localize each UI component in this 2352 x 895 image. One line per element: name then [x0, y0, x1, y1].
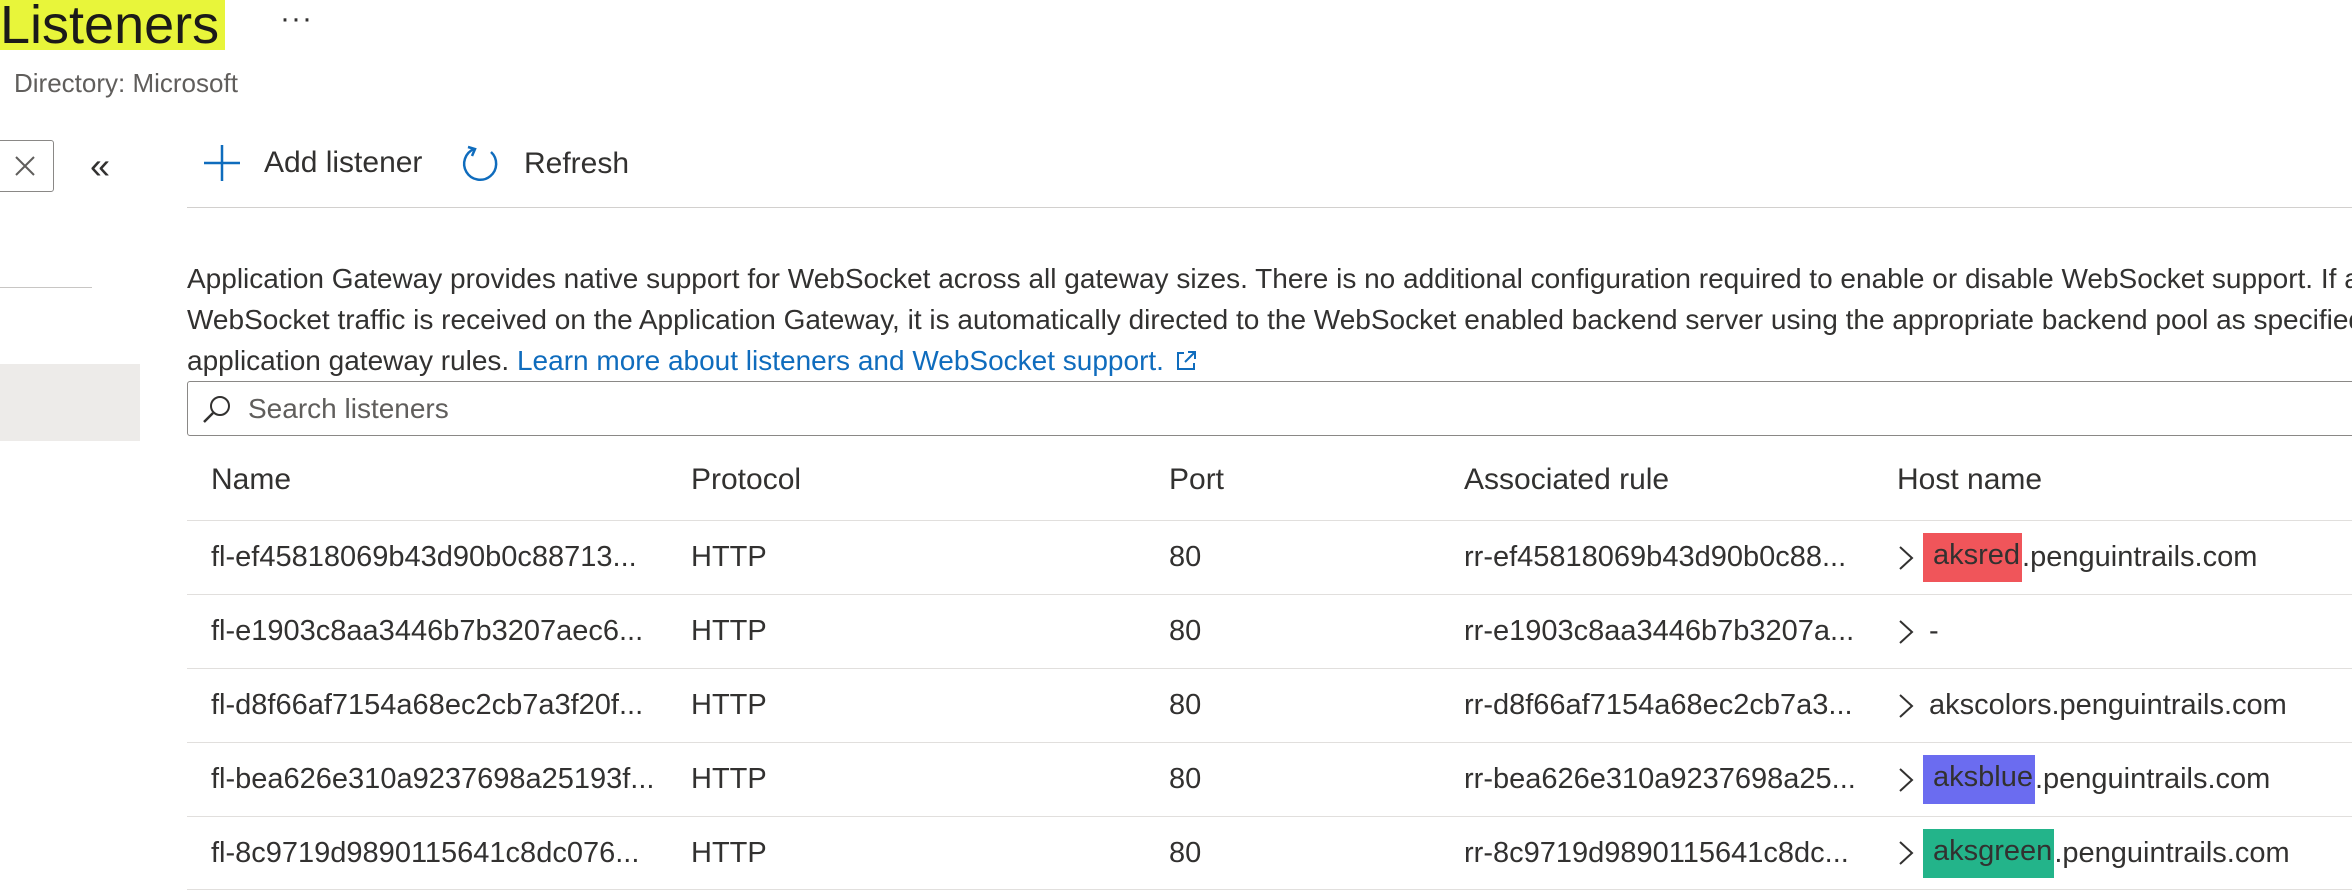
- chevron-right-icon[interactable]: [1897, 840, 1915, 866]
- column-header-host-name[interactable]: Host name: [1897, 440, 2042, 520]
- host-name-prefix: aksred: [1923, 533, 2023, 582]
- refresh-button[interactable]: Refresh: [460, 143, 629, 185]
- table-row[interactable]: fl-8c9719d9890115641c8dc076... HTTP 80 rr-8…: [187, 816, 2352, 890]
- info-text: Application Gateway provides native supp…: [187, 263, 2352, 376]
- add-listener-label: Add listener: [264, 146, 423, 179]
- listener-name-cell[interactable]: fl-e1903c8aa3446b7b3207aec6...: [211, 595, 643, 668]
- external-link-icon: [1176, 351, 1196, 370]
- refresh-icon: [462, 145, 498, 181]
- chevron-right-icon[interactable]: [1897, 767, 1915, 793]
- host-name-cell: aksred .penguintrails.com: [1897, 521, 2257, 594]
- toolbar-divider: [187, 207, 2352, 208]
- table-row[interactable]: fl-d8f66af7154a68ec2cb7a3f20f... HTTP 80 rr…: [187, 668, 2352, 742]
- column-header-name[interactable]: Name: [211, 440, 291, 520]
- refresh-label: Refresh: [524, 147, 630, 180]
- table-row[interactable]: fl-ef45818069b43d90b0c88713... HTTP 80 rr-e…: [187, 520, 2352, 594]
- chevron-right-icon[interactable]: [1897, 545, 1915, 571]
- table-row[interactable]: fl-e1903c8aa3446b7b3207aec6... HTTP 80 rr-e…: [187, 594, 2352, 668]
- close-button[interactable]: [0, 140, 54, 192]
- sidebar-divider: [0, 287, 92, 288]
- listener-name-cell[interactable]: fl-d8f66af7154a68ec2cb7a3f20f...: [211, 669, 643, 742]
- port-cell: 80: [1169, 763, 1202, 795]
- column-header-port[interactable]: Port: [1169, 440, 1224, 520]
- host-name-suffix: .penguintrails.com: [2022, 541, 2258, 573]
- websocket-info-text: Application Gateway provides native supp…: [187, 258, 2352, 381]
- column-header-protocol[interactable]: Protocol: [691, 440, 801, 520]
- host-name-cell: aksgreen .penguintrails.com: [1897, 817, 2290, 889]
- search-icon: [203, 395, 230, 423]
- protocol-cell: HTTP: [691, 763, 767, 795]
- host-name-cell: aksblue .penguintrails.com: [1897, 743, 2270, 816]
- port-cell: 80: [1169, 541, 1202, 573]
- page-title: Listeners: [0, 0, 226, 52]
- protocol-cell: HTTP: [691, 541, 767, 573]
- collapse-sidebar-button[interactable]: «: [90, 145, 110, 187]
- chevron-right-icon[interactable]: [1897, 693, 1915, 719]
- protocol-cell: HTTP: [691, 689, 767, 721]
- search-box[interactable]: [187, 381, 2352, 436]
- host-name-prefix: -: [1929, 615, 1939, 647]
- associated-rule-cell[interactable]: rr-e1903c8aa3446b7b3207a...: [1464, 595, 1854, 668]
- listener-name-cell[interactable]: fl-ef45818069b43d90b0c88713...: [211, 521, 637, 594]
- listener-name-cell[interactable]: fl-8c9719d9890115641c8dc076...: [211, 817, 639, 889]
- associated-rule-cell[interactable]: rr-8c9719d9890115641c8dc...: [1464, 817, 1849, 889]
- search-input[interactable]: [246, 391, 2050, 426]
- close-icon: [15, 156, 35, 176]
- column-header-associated-rule[interactable]: Associated rule: [1464, 440, 1669, 520]
- add-listener-button[interactable]: Add listener: [202, 143, 422, 183]
- associated-rule-cell[interactable]: rr-d8f66af7154a68ec2cb7a3...: [1464, 669, 1853, 742]
- sidebar-selected-item[interactable]: [0, 364, 140, 441]
- listener-name-cell[interactable]: fl-bea626e310a9237698a25193f...: [211, 743, 654, 816]
- host-name-cell: -: [1897, 595, 1939, 668]
- plus-icon: [204, 145, 240, 181]
- protocol-cell: HTTP: [691, 836, 767, 869]
- listeners-table: Name Protocol Port Associated rule Host …: [187, 440, 2352, 890]
- host-name-cell: akscolors.penguintrails.com: [1897, 669, 2287, 742]
- more-options-button[interactable]: ···: [280, 2, 313, 36]
- directory-subtitle: Directory: Microsoft: [14, 68, 238, 98]
- port-cell: 80: [1169, 689, 1202, 721]
- table-header: Name Protocol Port Associated rule Host …: [187, 440, 2352, 520]
- learn-more-link-label: Learn more about listeners and WebSocket…: [516, 345, 1164, 376]
- port-cell: 80: [1169, 836, 1202, 869]
- associated-rule-cell[interactable]: rr-ef45818069b43d90b0c88...: [1464, 521, 1846, 594]
- table-row[interactable]: fl-bea626e310a9237698a25193f... HTTP 80 rr-…: [187, 742, 2352, 816]
- learn-more-link[interactable]: Learn more about listeners and WebSocket…: [517, 345, 1198, 376]
- host-name-prefix: aksgreen: [1923, 828, 2055, 878]
- double-chevron-left-icon: «: [90, 145, 111, 186]
- host-name-suffix: .penguintrails.com: [2034, 763, 2271, 795]
- host-name-suffix: .penguintrails.com: [2054, 836, 2290, 869]
- host-name-prefix: akscolors.penguintrails.com: [1929, 689, 2287, 721]
- chevron-right-icon[interactable]: [1897, 619, 1915, 645]
- protocol-cell: HTTP: [691, 615, 767, 647]
- host-name-prefix: aksblue: [1923, 755, 2035, 804]
- associated-rule-cell[interactable]: rr-bea626e310a9237698a25...: [1464, 743, 1856, 816]
- port-cell: 80: [1169, 615, 1202, 647]
